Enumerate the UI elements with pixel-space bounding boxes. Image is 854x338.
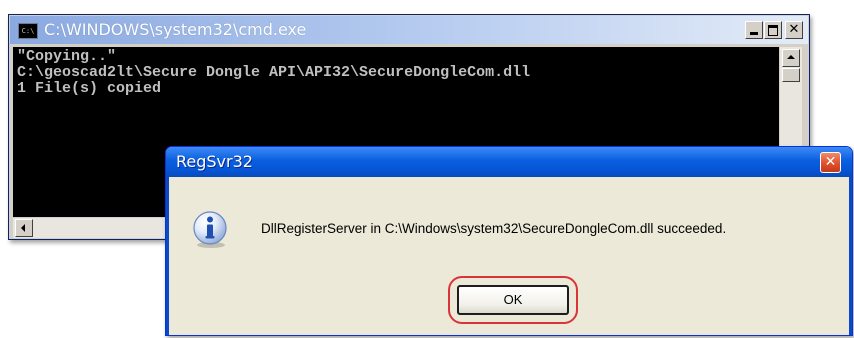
cmd-app-icon[interactable]: C:\ (18, 23, 38, 39)
dialog-close-button[interactable]: ✕ (820, 152, 841, 173)
console-line: C:\geoscad2lt\Secure Dongle API\API32\Se… (17, 64, 531, 81)
minimize-button[interactable] (745, 21, 763, 39)
ok-button[interactable]: OK (457, 285, 569, 315)
dialog-titlebar[interactable]: RegSvr32 ✕ (166, 147, 852, 177)
console-line: 1 File(s) copied (17, 80, 162, 97)
close-button[interactable] (785, 21, 803, 39)
dialog-border-left (166, 177, 169, 335)
dialog-title: RegSvr32 (176, 152, 253, 171)
close-icon: ✕ (824, 154, 837, 170)
console-line: "Copying.." (17, 48, 117, 65)
regsvr32-dialog: RegSvr32 ✕ DllRegisterServer in C:\Windo… (165, 146, 853, 336)
info-icon (193, 211, 227, 248)
dialog-border-right (849, 177, 852, 335)
scroll-thumb[interactable] (782, 68, 800, 82)
scroll-up-arrow-icon[interactable] (782, 49, 800, 67)
maximize-button[interactable] (764, 21, 782, 39)
cmd-titlebar[interactable]: C:\ C:\WINDOWS\system32\cmd.exe (10, 16, 808, 44)
dialog-message: DllRegisterServer in C:\Windows\system32… (261, 221, 727, 236)
cmd-window-title: C:\WINDOWS\system32\cmd.exe (44, 20, 307, 39)
scroll-left-arrow-icon[interactable] (15, 219, 33, 237)
